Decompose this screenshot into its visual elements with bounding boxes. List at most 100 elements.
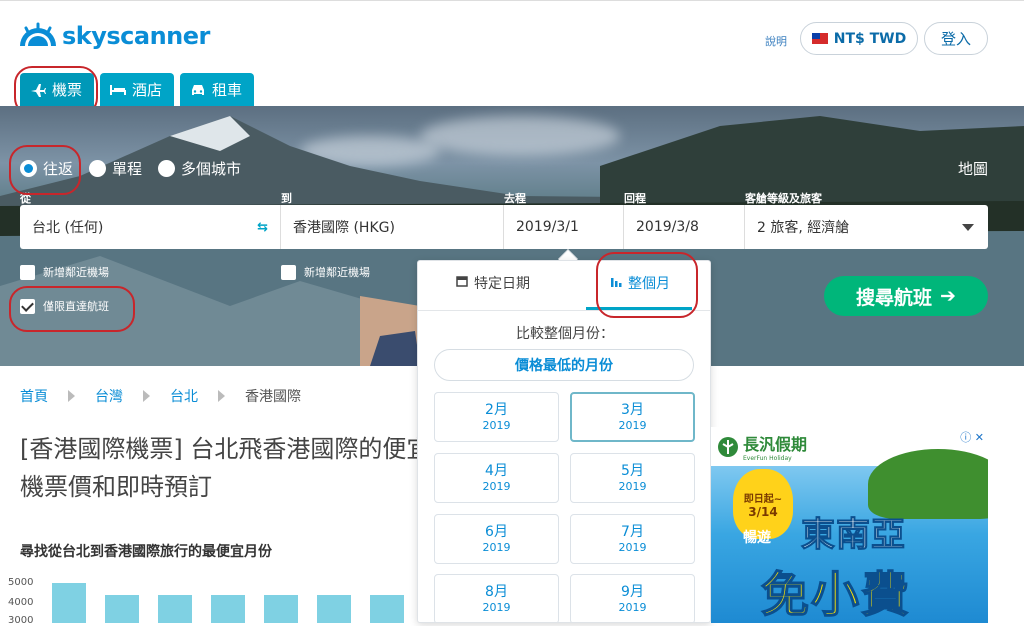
top-border bbox=[0, 0, 1024, 5]
ad-brand-sub: EverFun Holiday bbox=[743, 455, 792, 462]
return-date-field[interactable]: 2019/3/8 bbox=[624, 205, 745, 249]
breadcrumb-city[interactable]: 台北 bbox=[170, 386, 198, 406]
depart-label: 去程 bbox=[504, 192, 526, 205]
from-value: 台北 (任何) bbox=[32, 220, 104, 236]
skyscanner-logo[interactable]: skyscanner bbox=[18, 22, 210, 50]
tab-hotels[interactable]: 酒店 bbox=[100, 73, 174, 106]
advertisement-banner[interactable]: 長汎假期 EverFun Holiday ⓘ ✕ 即日起~ 3/14 暢遊 東南… bbox=[711, 427, 988, 623]
month-option[interactable]: 8月 2019 bbox=[434, 574, 559, 622]
month-name: 8月 bbox=[485, 584, 508, 600]
month-option[interactable]: 9月 2019 bbox=[570, 574, 695, 622]
radio-button[interactable] bbox=[89, 160, 107, 177]
chart-bar[interactable] bbox=[211, 595, 245, 623]
month-option[interactable]: 7月 2019 bbox=[570, 514, 695, 564]
month-year: 2019 bbox=[482, 541, 511, 554]
annotation-circle-round-trip bbox=[9, 145, 81, 195]
y-tick-label: 5000 bbox=[8, 577, 34, 588]
taiwan-flag-icon bbox=[811, 33, 828, 44]
cabin-value: 2 旅客, 經濟艙 bbox=[757, 220, 850, 236]
ad-logo: 長汎假期 EverFun Holiday bbox=[717, 431, 807, 462]
ad-brand-logo-icon bbox=[718, 436, 738, 457]
currency-label: NT$ TWD bbox=[833, 30, 907, 47]
from-field[interactable]: 台北 (任何) ⇆ bbox=[20, 205, 281, 249]
nearby-airports-to[interactable]: 新增鄰近機場 bbox=[281, 264, 370, 280]
chart-title: 尋找從台北到香港國際旅行的最便宜月份 bbox=[20, 544, 272, 560]
return-value: 2019/3/8 bbox=[636, 219, 699, 235]
search-button-label: 搜尋航班 bbox=[856, 286, 933, 309]
chevron-right-icon bbox=[143, 390, 150, 402]
tab-specific-date[interactable]: 特定日期 bbox=[456, 273, 530, 293]
map-link[interactable]: 地圖 bbox=[958, 158, 988, 179]
month-year: 2019 bbox=[618, 601, 647, 614]
chart-bar[interactable] bbox=[52, 583, 86, 623]
ad-brand: 長汎假期 bbox=[743, 435, 808, 454]
ad-text-2: 東南亞 bbox=[801, 515, 906, 556]
chart-bar[interactable] bbox=[370, 595, 404, 623]
month-name: 4月 bbox=[485, 463, 508, 479]
search-flights-button[interactable]: 搜尋航班 ➔ bbox=[824, 276, 988, 316]
brand-name: skyscanner bbox=[62, 22, 210, 50]
depart-date-field[interactable]: 2019/3/1 bbox=[504, 205, 624, 249]
radio-label: 多個城市 bbox=[181, 160, 242, 178]
chart-bar[interactable] bbox=[105, 595, 139, 623]
checkbox[interactable] bbox=[20, 264, 35, 280]
breadcrumb-home[interactable]: 首頁 bbox=[20, 386, 48, 406]
login-label: 登入 bbox=[940, 30, 971, 48]
cabin-travellers-field[interactable]: 2 旅客, 經濟艙 bbox=[745, 205, 988, 249]
sunrise-logo-icon bbox=[18, 22, 58, 50]
breadcrumb-country[interactable]: 台灣 bbox=[95, 386, 123, 406]
login-button[interactable]: 登入 bbox=[924, 22, 988, 55]
tab-label: 特定日期 bbox=[474, 276, 530, 292]
tab-car-hire[interactable]: 租車 bbox=[180, 73, 254, 106]
cheapest-month-button[interactable]: 價格最低的月份 bbox=[434, 349, 694, 381]
month-name: 5月 bbox=[621, 463, 644, 479]
month-name: 7月 bbox=[621, 524, 644, 540]
checkbox-label: 新增鄰近機場 bbox=[304, 266, 370, 279]
annotation-circle-direct bbox=[9, 286, 135, 332]
checkbox-label: 新增鄰近機場 bbox=[43, 266, 109, 279]
radio-one-way[interactable]: 單程 bbox=[89, 158, 142, 179]
swap-icon[interactable]: ⇆ bbox=[257, 220, 268, 235]
arrow-right-icon: ➔ bbox=[940, 285, 956, 307]
search-form: 台北 (任何) ⇆ 香港國際 (HKG) 2019/3/1 2019/3/8 2… bbox=[20, 205, 988, 249]
ad-close-icon[interactable]: ⓘ ✕ bbox=[960, 429, 984, 445]
breadcrumb: 首頁 台灣 台北 香港國際 bbox=[20, 386, 301, 406]
radio-multi-city[interactable]: 多個城市 bbox=[158, 158, 241, 179]
cabin-label: 客艙等級及旅客 bbox=[745, 192, 822, 205]
month-option[interactable]: 6月 2019 bbox=[434, 514, 559, 564]
month-name: 6月 bbox=[485, 524, 508, 540]
chevron-right-icon bbox=[68, 390, 75, 402]
radio-button[interactable] bbox=[158, 160, 176, 177]
month-option-selected[interactable]: 3月 2019 bbox=[570, 392, 695, 442]
month-year: 2019 bbox=[618, 541, 647, 554]
month-option[interactable]: 2月 2019 bbox=[434, 392, 559, 442]
month-year: 2019 bbox=[482, 480, 511, 493]
chart-bar[interactable] bbox=[158, 595, 192, 623]
ad-text-3: 免小費 bbox=[760, 566, 912, 623]
ad-badge-top: 即日起~ bbox=[743, 493, 783, 505]
chart-bar[interactable] bbox=[317, 595, 351, 623]
month-year: 2019 bbox=[482, 419, 511, 432]
page-title: [香港國際機票] 台北飛香港國際的便宜機票價和即時預訂 bbox=[20, 435, 431, 501]
bed-icon bbox=[110, 84, 126, 95]
depart-value: 2019/3/1 bbox=[516, 219, 579, 235]
radio-label: 單程 bbox=[112, 160, 143, 178]
month-option[interactable]: 4月 2019 bbox=[434, 453, 559, 503]
month-option[interactable]: 5月 2019 bbox=[570, 453, 695, 503]
nearby-airports-from[interactable]: 新增鄰近機場 bbox=[20, 264, 109, 280]
chevron-down-icon bbox=[962, 224, 974, 231]
to-value: 香港國際 (HKG) bbox=[293, 220, 395, 236]
calendar-icon bbox=[456, 275, 468, 291]
to-field[interactable]: 香港國際 (HKG) bbox=[281, 205, 504, 249]
chart-bar[interactable] bbox=[264, 595, 298, 623]
car-icon bbox=[192, 84, 204, 95]
y-tick-label: 3000 bbox=[8, 615, 34, 626]
checkbox[interactable] bbox=[281, 264, 296, 280]
month-year: 2019 bbox=[618, 419, 647, 432]
ad-text-1: 暢遊 bbox=[743, 530, 771, 546]
month-name: 2月 bbox=[485, 402, 508, 418]
ad-badge-date: 3/14 bbox=[748, 504, 778, 519]
y-tick-label: 4000 bbox=[8, 597, 34, 608]
help-link[interactable]: 說明 bbox=[765, 33, 787, 49]
currency-button[interactable]: NT$ TWD bbox=[800, 22, 918, 55]
